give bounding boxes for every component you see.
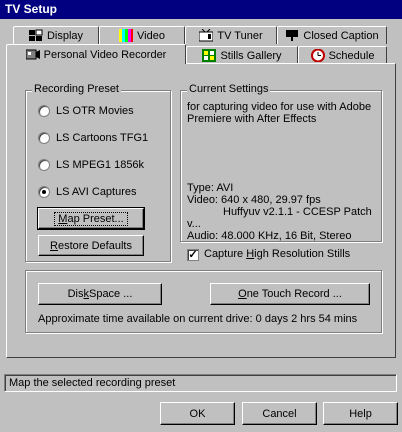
tab-stills-gallery-label: Stills Gallery: [220, 49, 282, 62]
pvr-tab-panel: Recording Preset LS OTR Movies LS Cartoo…: [6, 63, 396, 358]
settings-type: Type: AVI: [187, 182, 234, 194]
preset-option-label: LS OTR Movies: [56, 105, 134, 117]
display-icon: [28, 29, 43, 42]
tab-display-label: Display: [46, 29, 84, 42]
tab-closed-caption[interactable]: Closed Caption: [277, 26, 387, 44]
tab-tv-tuner[interactable]: TV Tuner: [185, 26, 277, 44]
disk-space-button[interactable]: Dis k Space ...: [38, 283, 162, 305]
map-preset-button[interactable]: Map Preset...: [37, 207, 145, 230]
stills-gallery-icon: [202, 49, 217, 62]
restore-button-mnemonic: R: [50, 239, 58, 252]
video-recorder-icon: [25, 48, 40, 61]
recording-preset-group: Recording Preset LS OTR Movies LS Cartoo…: [25, 83, 171, 262]
tab-display[interactable]: Display: [13, 26, 99, 44]
closed-caption-icon: [285, 29, 299, 42]
tab-video[interactable]: Video: [99, 26, 185, 44]
settings-audio: Audio: 48.000 KHz, 16 Bit, Stereo: [187, 230, 352, 242]
settings-codec: Huffyuv v2.1.1 - CCESP Patch: [223, 206, 372, 218]
ok-button[interactable]: OK: [160, 402, 235, 425]
capture-label-post: igh Resolution Stills: [254, 248, 351, 260]
one-touch-label: ne Touch Record ...: [246, 288, 342, 300]
capture-label-mnemonic: H: [246, 248, 255, 260]
focus-rect: Map Preset...: [54, 211, 128, 226]
window-title: TV Setup: [0, 0, 402, 19]
preset-option-label: LS Cartoons TFG1: [56, 132, 149, 144]
current-settings-label: Current Settings: [187, 83, 271, 95]
schedule-clock-icon: [310, 48, 325, 63]
capture-high-res-label[interactable]: Capture High Resolution Stills: [204, 248, 350, 260]
capture-label-pre: Capture: [204, 248, 247, 260]
restore-defaults-button[interactable]: Restore Defaults: [38, 235, 144, 256]
tab-stills-gallery[interactable]: Stills Gallery: [186, 46, 298, 64]
cancel-button[interactable]: Cancel: [242, 402, 317, 425]
help-button[interactable]: Help: [323, 402, 398, 425]
recording-preset-label: Recording Preset: [32, 83, 121, 95]
preset-option-label: LS MPEG1 1856k: [56, 159, 145, 171]
tab-schedule-label: Schedule: [328, 49, 375, 62]
capture-high-res-checkbox[interactable]: ✓: [187, 249, 199, 261]
approx-time-text: Approximate time available on current dr…: [38, 313, 358, 325]
map-button-label: ap Preset...: [67, 212, 124, 225]
tab-tv-tuner-label: TV Tuner: [217, 29, 263, 42]
restore-button-label: estore Defaults: [57, 239, 132, 252]
status-bar: Map the selected recording preset: [4, 374, 397, 392]
one-touch-mnemonic: O: [238, 288, 247, 300]
preset-option-ls-avi-captures[interactable]: LS AVI Captures: [38, 186, 137, 198]
settings-description-line1: for capturing video for use with Adobe: [187, 101, 372, 113]
disk-group: Dis k Space ... One Touch Record ... Appr…: [25, 270, 382, 333]
radio-button[interactable]: [38, 105, 50, 117]
settings-video: Video: 640 x 480, 29.97 fps: [187, 194, 321, 206]
radio-button[interactable]: [38, 159, 50, 171]
preset-option-label: LS AVI Captures: [56, 186, 137, 198]
current-settings-group: Current Settings for capturing video for…: [180, 83, 382, 242]
radio-button[interactable]: [38, 132, 50, 144]
tab-closed-caption-label: Closed Caption: [303, 29, 379, 42]
tab-pvr-label: Personal Video Recorder: [43, 48, 167, 61]
radio-button-checked[interactable]: [38, 186, 50, 198]
one-touch-record-button[interactable]: One Touch Record ...: [210, 283, 370, 305]
tab-personal-video-recorder[interactable]: Personal Video Recorder: [6, 44, 186, 64]
tab-schedule[interactable]: Schedule: [298, 46, 387, 64]
video-color-bars-icon: [119, 29, 134, 42]
preset-option-ls-otr-movies[interactable]: LS OTR Movies: [38, 105, 134, 117]
tv-tuner-icon: [198, 28, 214, 42]
preset-option-ls-mpeg1-1856k[interactable]: LS MPEG1 1856k: [38, 159, 144, 171]
tab-video-label: Video: [137, 29, 165, 42]
disk-space-label-post: Space ...: [88, 288, 133, 300]
settings-description-line2: Premiere with After Effects: [187, 113, 317, 125]
disk-space-label-pre: Dis: [67, 288, 84, 300]
preset-option-ls-cartoons-tfg1[interactable]: LS Cartoons TFG1: [38, 132, 148, 144]
settings-codec-continued: v...: [187, 218, 201, 230]
